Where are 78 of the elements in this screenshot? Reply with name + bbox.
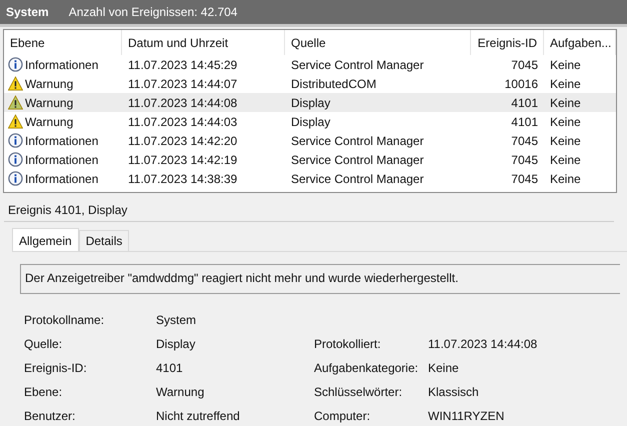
warning-icon xyxy=(8,76,23,91)
level-text: Warnung xyxy=(25,96,74,110)
event-row[interactable]: Informationen 11.07.2023 14:45:29 Service Control Manager 7045 Keine xyxy=(4,55,616,74)
field-value: 11.07.2023 14:44:08 xyxy=(428,337,538,351)
event-id-cell-text: 7045 xyxy=(510,172,539,186)
column-header[interactable]: Ebene xyxy=(4,30,122,55)
level-text: Informationen xyxy=(25,58,98,72)
event-id-cell-text: 7045 xyxy=(510,152,539,166)
source-cell-text: Service Control Manager xyxy=(290,58,425,72)
source-cell-text: Service Control Manager xyxy=(290,152,425,166)
field-label: Quelle: xyxy=(24,337,64,351)
field-label: Computer: xyxy=(314,409,372,423)
event-id-cell-text: 4101 xyxy=(510,96,539,110)
column-header[interactable]: Datum und Uhrzeit xyxy=(122,30,285,55)
message-text: Der Anzeigetreiber "amdwddmg" reagiert nicht mehr und wurde wiederhergestellt. xyxy=(25,271,458,285)
date-cell-text: 11.07.2023 14:44:08 xyxy=(127,96,238,110)
event-id-cell-text: 10016 xyxy=(504,76,539,90)
task-cell-text: Keine xyxy=(549,134,582,148)
event-row[interactable]: Warnung 11.07.2023 14:44:03 Display 4101 Keine xyxy=(4,112,616,131)
field-value: Nicht zutreffend xyxy=(156,409,241,423)
level-text: Informationen xyxy=(25,152,98,166)
event-id-cell-text: 4101 xyxy=(510,114,539,128)
date-cell-text: 11.07.2023 14:42:19 xyxy=(127,152,238,166)
field-value: 4101 xyxy=(156,361,184,375)
field-label: Protokolliert: xyxy=(314,337,382,351)
source-cell-text: Display xyxy=(290,114,332,128)
field-value: Warnung xyxy=(156,385,206,399)
field-label: Benutzer: xyxy=(24,409,76,423)
task-cell-text: Keine xyxy=(549,58,582,72)
date-cell-text: 11.07.2023 14:44:07 xyxy=(127,76,238,90)
column-header[interactable]: Quelle xyxy=(285,30,471,55)
source-cell-text: Display xyxy=(290,96,332,110)
info-icon xyxy=(8,152,23,167)
info-icon xyxy=(8,171,23,186)
event-id-cell-text: 7045 xyxy=(510,58,539,72)
event-row[interactable]: Informationen 11.07.2023 14:42:20 Service Control Manager 7045 Keine xyxy=(4,131,616,150)
event-count: Anzahl von Ereignissen: 42.704 xyxy=(68,5,238,19)
date-cell-text: 11.07.2023 14:42:20 xyxy=(127,134,238,148)
warning-icon xyxy=(8,95,23,110)
tab[interactable]: Allgemein xyxy=(12,228,79,251)
event-id-cell-text: 7045 xyxy=(510,134,539,148)
date-cell-text: 11.07.2023 14:38:39 xyxy=(127,172,238,186)
task-cell-text: Keine xyxy=(549,114,582,128)
event-row[interactable]: Warnung 11.07.2023 14:44:08 Display 4101 Keine xyxy=(4,93,616,112)
source-cell-text: DistributedCOM xyxy=(290,76,378,90)
date-cell-text: 11.07.2023 14:45:29 xyxy=(127,58,238,72)
level-text: Warnung xyxy=(25,114,74,128)
event-row[interactable]: Informationen 11.07.2023 14:42:19 Service Control Manager 7045 Keine xyxy=(4,150,616,169)
field-value: Klassisch xyxy=(428,385,479,399)
field-value: System xyxy=(156,313,198,327)
task-cell-text: Keine xyxy=(549,172,582,186)
event-row[interactable]: Informationen 11.07.2023 14:38:39 Service Control Manager 7045 Keine xyxy=(4,169,616,188)
tab[interactable]: Details xyxy=(78,230,130,251)
field-value: Display xyxy=(156,337,196,351)
task-cell-text: Keine xyxy=(549,96,582,110)
field-label: Aufgabenkategorie: xyxy=(314,361,420,375)
field-value: WIN11RYZEN xyxy=(428,409,504,423)
log-name: System xyxy=(6,5,49,19)
info-icon xyxy=(8,57,23,72)
info-icon xyxy=(8,133,23,148)
field-label: Schlüsselwörter: xyxy=(314,385,404,399)
warning-icon xyxy=(8,114,23,129)
field-label: Ereignis-ID: xyxy=(24,361,88,375)
level-text: Informationen xyxy=(25,134,98,148)
column-header[interactable]: Aufgaben... xyxy=(544,30,616,55)
source-cell-text: Service Control Manager xyxy=(290,172,425,186)
field-label: Ebene: xyxy=(24,385,64,399)
source-cell-text: Service Control Manager xyxy=(290,134,425,148)
date-cell-text: 11.07.2023 14:44:03 xyxy=(127,114,238,128)
field-value: Keine xyxy=(428,361,459,375)
task-cell-text: Keine xyxy=(549,152,582,166)
event-row[interactable]: Warnung 11.07.2023 14:44:07 DistributedCOM 10016 Keine xyxy=(4,74,616,93)
field-label: Protokollname: xyxy=(24,313,106,327)
level-text: Informationen xyxy=(25,172,98,186)
task-cell-text: Keine xyxy=(549,76,582,90)
event-heading: Ereignis 4101, Display xyxy=(4,199,614,222)
column-header[interactable]: Ereignis-ID xyxy=(471,30,544,55)
level-text: Warnung xyxy=(25,76,74,90)
